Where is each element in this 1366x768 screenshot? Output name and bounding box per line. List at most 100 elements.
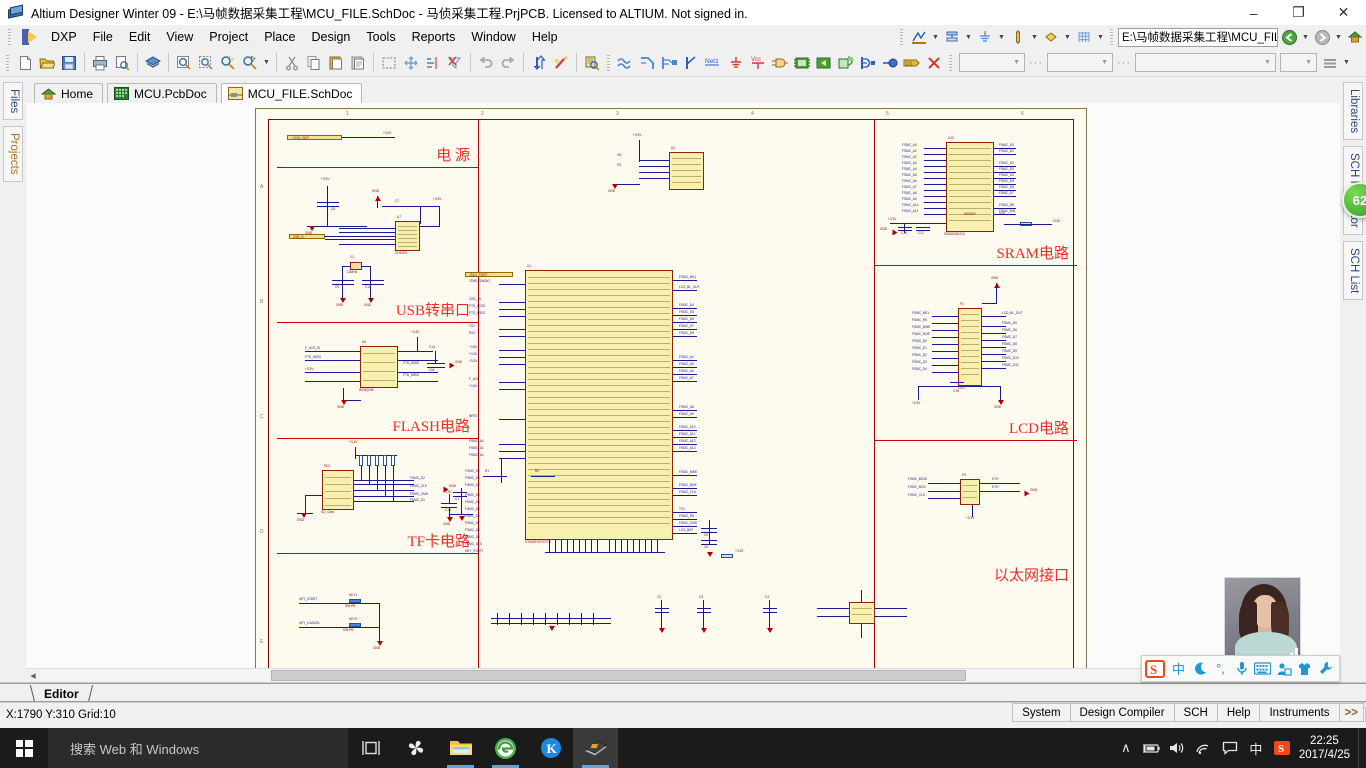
toolbar-combo-2[interactable]: ▼ xyxy=(1047,53,1113,72)
block-tfcard[interactable]: +3.3V SD1 SD_Card FSMC_D2 FSMC_CLK FSMC_… xyxy=(277,439,478,554)
nav-back-dropdown-arrow[interactable]: ▼ xyxy=(1300,26,1311,48)
zoom-dropdown-arrow[interactable]: ▼ xyxy=(261,52,272,74)
panel-button-sch[interactable]: SCH xyxy=(1173,703,1218,722)
zoom-filter-icon[interactable] xyxy=(239,52,261,74)
minimize-button[interactable]: – xyxy=(1231,0,1276,25)
windows-start-icon[interactable] xyxy=(0,728,48,768)
browser-e-icon[interactable] xyxy=(483,728,528,768)
menu-item-project[interactable]: Project xyxy=(201,27,256,47)
file-explorer-icon[interactable] xyxy=(438,728,483,768)
schematic-canvas[interactable]: 1 2 3 4 5 6 A B C D E +3.3V_OUT +3.3V 电 xyxy=(26,103,1340,668)
toolbox-wrench-icon[interactable] xyxy=(1315,657,1336,681)
bar-icon[interactable] xyxy=(1007,26,1029,48)
paste-special-icon[interactable] xyxy=(347,52,369,74)
panel-button-design-compiler[interactable]: Design Compiler xyxy=(1069,703,1175,722)
chip-mcu-stm32[interactable] xyxy=(525,270,673,540)
ime-chinese-icon[interactable]: 中 xyxy=(1168,657,1189,681)
panel-tab-libraries[interactable]: Libraries xyxy=(1343,82,1363,141)
cut-icon[interactable] xyxy=(281,52,303,74)
maximize-button[interactable]: ❐ xyxy=(1276,0,1321,25)
updown-sync-icon[interactable] xyxy=(528,52,550,74)
place-sheet-symbol-icon[interactable] xyxy=(791,52,813,74)
panel-button-system[interactable]: System xyxy=(1012,703,1071,722)
diamond-dropdown-arrow[interactable]: ▼ xyxy=(1062,26,1073,48)
menu-item-place[interactable]: Place xyxy=(256,27,303,47)
place-bus-icon[interactable] xyxy=(637,52,659,74)
diamond-icon[interactable] xyxy=(1040,26,1062,48)
path-toolbar-grip[interactable] xyxy=(1109,27,1115,47)
chip-eth-connector[interactable] xyxy=(960,479,980,505)
nav-forward-dropdown-arrow[interactable]: ▼ xyxy=(1333,26,1344,48)
zoom-selected-icon[interactable] xyxy=(217,52,239,74)
new-document-icon[interactable] xyxy=(14,52,36,74)
place-vcc-icon[interactable]: Vcc xyxy=(747,52,769,74)
microphone-icon[interactable] xyxy=(1231,657,1252,681)
menu-item-help[interactable]: Help xyxy=(524,27,566,47)
menu-item-dxp[interactable]: DXP xyxy=(43,27,85,47)
menu-item-file[interactable]: File xyxy=(85,27,121,47)
chip-top-module[interactable] xyxy=(669,152,704,190)
close-button[interactable]: ✕ xyxy=(1321,0,1366,25)
resistor-center[interactable] xyxy=(721,554,733,558)
place-signal-harness-icon[interactable] xyxy=(659,52,681,74)
home-icon[interactable] xyxy=(1344,26,1366,48)
ime-chinese-icon[interactable]: 中 xyxy=(1243,728,1269,768)
toolbar-combo-4[interactable]: ▼ xyxy=(1280,53,1317,72)
scroll-thumb[interactable] xyxy=(271,670,966,681)
chip-tf-socket[interactable] xyxy=(322,470,354,510)
toolbar-grip-1[interactable] xyxy=(5,52,11,73)
panel-tab-projects[interactable]: Projects xyxy=(3,126,23,182)
menubar-grip[interactable] xyxy=(7,27,13,47)
place-sheet-entry-icon[interactable] xyxy=(813,52,835,74)
punctuation-icon[interactable]: °, xyxy=(1210,657,1231,681)
nav-back-icon[interactable] xyxy=(1278,26,1300,48)
crystal-y1[interactable] xyxy=(350,262,362,270)
panel-button-instruments[interactable]: Instruments xyxy=(1259,703,1340,722)
soft-keyboard-icon[interactable] xyxy=(1252,657,1273,681)
redo-icon[interactable] xyxy=(497,52,519,74)
resistor-r2[interactable] xyxy=(367,455,371,466)
grid-dropdown-arrow[interactable]: ▼ xyxy=(1095,26,1106,48)
place-harness-connector-icon[interactable] xyxy=(857,52,879,74)
show-desktop-button[interactable] xyxy=(1358,728,1364,768)
zoom-window-icon[interactable] xyxy=(195,52,217,74)
menu-item-edit[interactable]: Edit xyxy=(121,27,159,47)
task-view-icon[interactable] xyxy=(348,728,393,768)
scroll-track[interactable] xyxy=(40,669,1326,682)
place-device-sheet-icon[interactable] xyxy=(835,52,857,74)
switch-key2[interactable] xyxy=(349,623,361,627)
place-netlabel-icon[interactable]: Net1 xyxy=(703,52,725,74)
menu-item-window[interactable]: Window xyxy=(463,27,523,47)
wand-icon[interactable] xyxy=(550,52,572,74)
place-port-icon[interactable]: D1 xyxy=(901,52,923,74)
place-gnd-icon[interactable] xyxy=(725,52,747,74)
chip-lcd-header[interactable] xyxy=(958,308,982,386)
save-icon[interactable] xyxy=(58,52,80,74)
resistor-r3[interactable] xyxy=(375,455,379,466)
block-key[interactable]: KEY_START KEY_CANCEL KEY1 SW-PB KEY2 SW-… xyxy=(277,554,478,668)
action-center-icon[interactable] xyxy=(1217,728,1243,768)
panel-overflow-button[interactable]: >> xyxy=(1338,703,1364,722)
browse-component-icon[interactable] xyxy=(581,52,603,74)
toolbar-combo-1[interactable]: ▼ xyxy=(959,53,1025,72)
grid-icon[interactable] xyxy=(1073,26,1095,48)
block-flash[interactable]: F_nCS_IO FTD_MISO +3.3V U9 W25Q128 FTD_M… xyxy=(277,323,478,439)
user-dict-icon[interactable] xyxy=(1273,657,1294,681)
open-folder-icon[interactable] xyxy=(36,52,58,74)
measure-icon[interactable] xyxy=(908,26,930,48)
chevron-up-icon[interactable]: ∧ xyxy=(1113,728,1139,768)
align-icon[interactable] xyxy=(422,52,444,74)
volume-icon[interactable] xyxy=(1165,728,1191,768)
panel-tab-sch-list[interactable]: SCH List xyxy=(1343,240,1363,301)
place-part-icon[interactable] xyxy=(769,52,791,74)
skin-shirt-icon[interactable] xyxy=(1294,657,1315,681)
menu-item-reports[interactable]: Reports xyxy=(404,27,464,47)
chip-sram-u10[interactable] xyxy=(946,142,994,232)
chip-bottom-module[interactable] xyxy=(849,602,875,624)
menu-item-view[interactable]: View xyxy=(158,27,201,47)
scroll-left-arrow[interactable]: ◀ xyxy=(26,669,40,682)
resistor-r1[interactable] xyxy=(359,455,363,466)
block-usb2uart[interactable]: +3.3V C8 GND USB_D U7 CH340G C7 +3.3V GN… xyxy=(277,168,478,323)
resistor-r5[interactable] xyxy=(391,455,395,466)
moon-icon[interactable] xyxy=(1189,657,1210,681)
